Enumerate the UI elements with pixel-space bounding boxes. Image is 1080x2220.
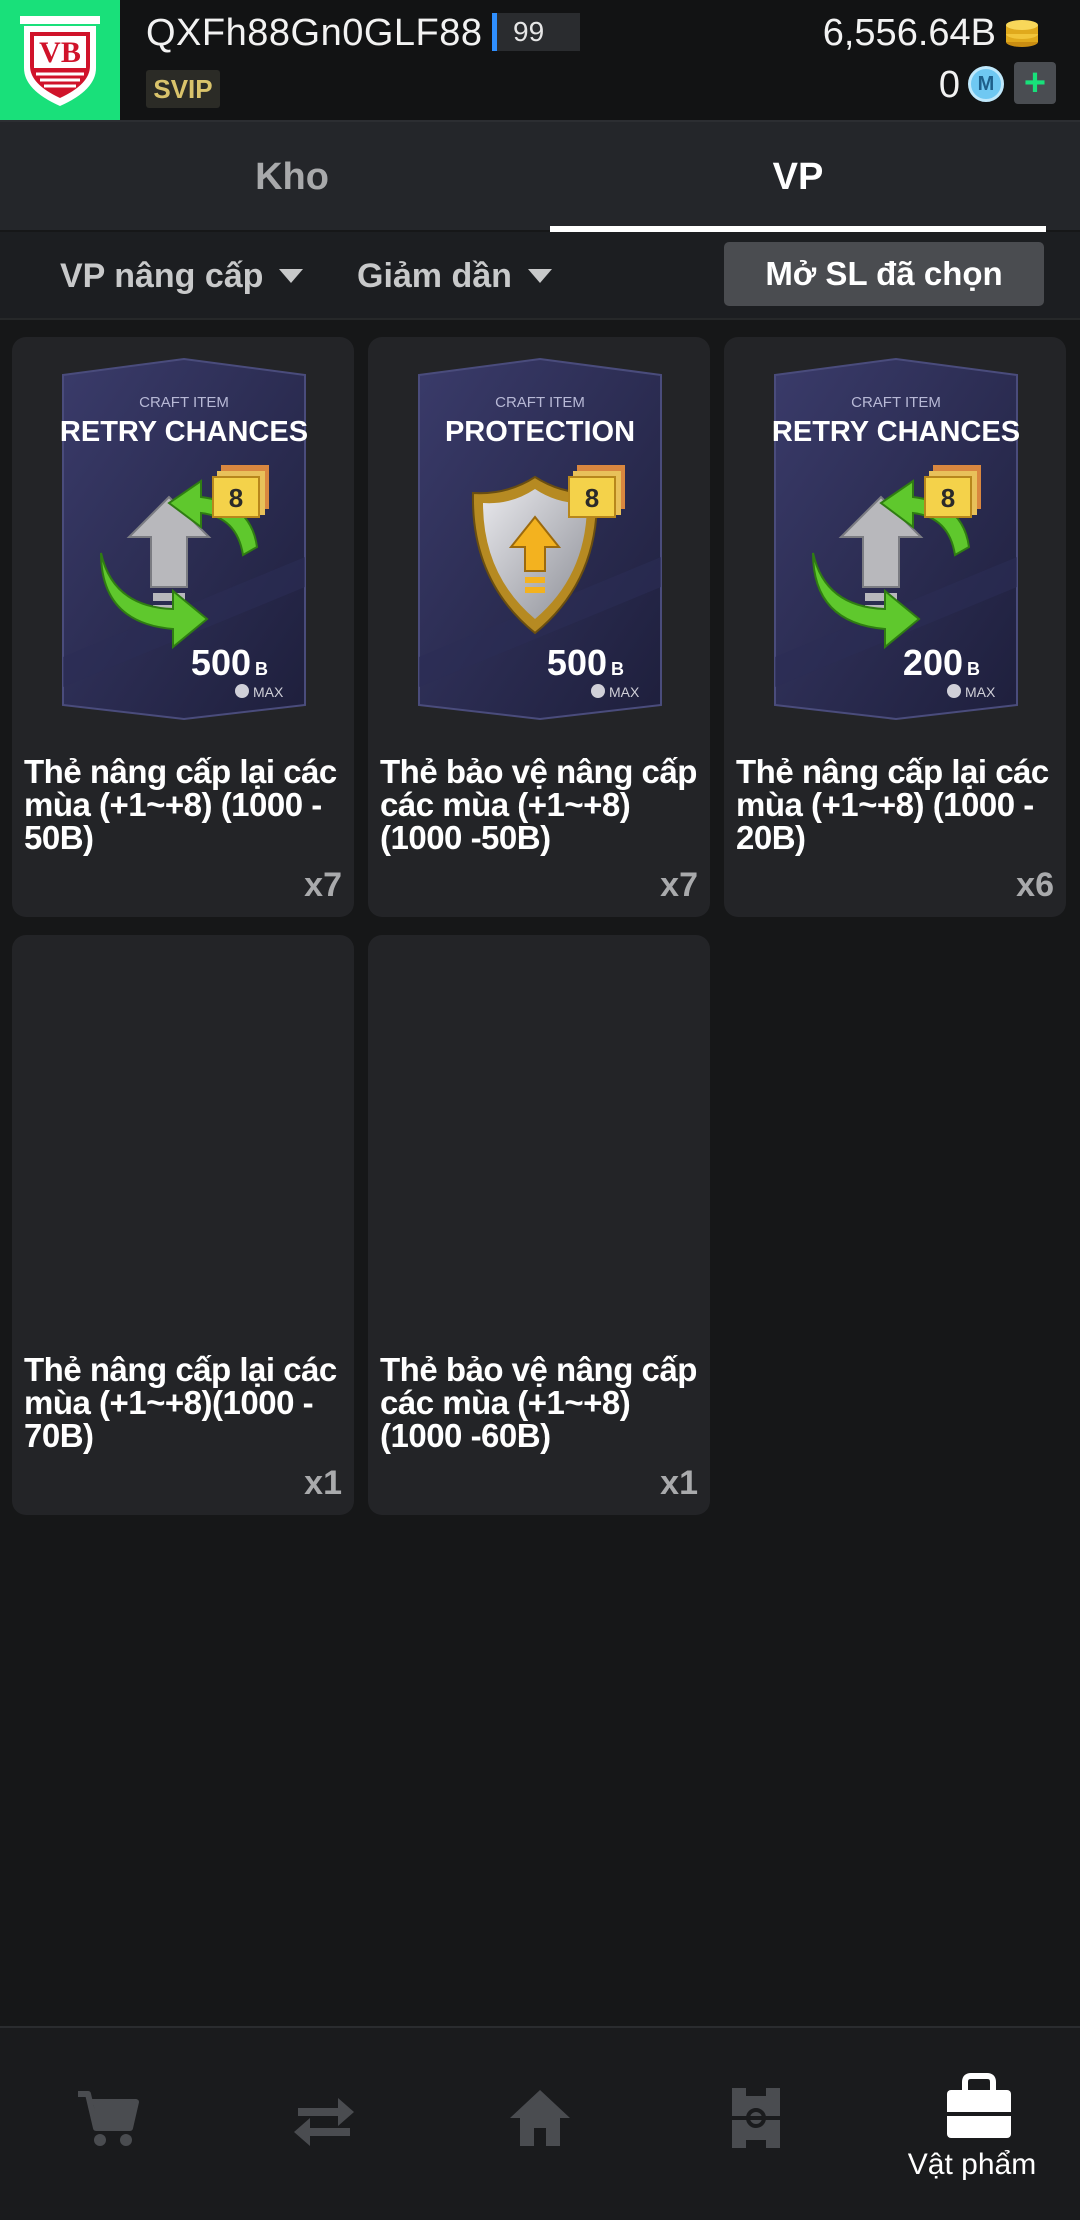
svg-text:8: 8 xyxy=(941,483,955,513)
item-type-dropdown[interactable]: VP nâng cấp xyxy=(60,232,304,320)
mcoin-icon: M xyxy=(968,66,1004,102)
item-name: Thẻ bảo vệ nâng cấp các mùa (+1~+8) (100… xyxy=(380,753,697,856)
nav-home[interactable] xyxy=(432,2028,648,2220)
nav-shop[interactable] xyxy=(0,2028,216,2220)
svg-text:B: B xyxy=(611,659,624,679)
filter-bar: VP nâng cấp Giảm dần Mở SL đã chọn xyxy=(0,232,1080,320)
bottom-nav: Vật phẩm xyxy=(0,2026,1080,2220)
svg-text:CRAFT ITEM: CRAFT ITEM xyxy=(495,394,585,411)
cart-icon xyxy=(78,2091,139,2146)
coins-icon xyxy=(1006,20,1038,47)
coin-balance: 6,556.64B xyxy=(822,12,996,54)
svg-text:MAX: MAX xyxy=(253,684,284,700)
item-name: Thẻ nâng cấp lại các mùa (+1~+8)(1000 - … xyxy=(24,1351,337,1454)
svg-text:MAX: MAX xyxy=(965,684,996,700)
svip-badge: SVIP xyxy=(146,70,220,108)
item-card[interactable]: CRAFT ITEM RETRY CHANCES 8 500 B MAX Thẻ… xyxy=(12,337,354,917)
sort-order-dropdown[interactable]: Giảm dần xyxy=(357,232,552,320)
caret-down-icon xyxy=(279,269,304,283)
club-logo[interactable]: VB xyxy=(0,0,120,120)
formation-icon xyxy=(732,2088,780,2148)
svg-text:B: B xyxy=(967,659,980,679)
tab-vp[interactable]: VP xyxy=(550,122,1046,232)
svg-text:RETRY CHANCES: RETRY CHANCES xyxy=(61,416,307,448)
nav-inventory-label: Vật phẩm xyxy=(907,2148,1037,2181)
add-mcoin-button[interactable]: + xyxy=(1014,62,1056,104)
caret-down-icon xyxy=(527,269,552,283)
svg-text:B: B xyxy=(255,659,268,679)
svg-text:500: 500 xyxy=(547,642,607,683)
svg-text:CRAFT ITEM: CRAFT ITEM xyxy=(851,394,941,411)
item-type-label: VP nâng cấp xyxy=(60,256,264,295)
svg-text:PROTECTION: PROTECTION xyxy=(445,416,635,448)
item-card[interactable]: CRAFT ITEM RETRY CHANCES 8 200 B MAX Thẻ… xyxy=(724,337,1066,917)
protection-card-art: CRAFT ITEM PROTECTION 8 500 B MAX xyxy=(418,357,662,721)
mcoin-balance: 0 xyxy=(938,64,960,106)
item-quantity: x1 xyxy=(660,1464,698,1502)
item-name: Thẻ nâng cấp lại các mùa (+1~+8) (1000 -… xyxy=(736,753,1049,856)
item-quantity: x7 xyxy=(660,866,698,904)
svg-text:200: 200 xyxy=(903,642,963,683)
club-crest-icon: VB xyxy=(20,16,100,106)
bag-icon xyxy=(947,2073,1011,2138)
nav-formation[interactable] xyxy=(648,2028,864,2220)
item-card[interactable]: Thẻ nâng cấp lại các mùa (+1~+8)(1000 - … xyxy=(12,935,354,1515)
level-stack-icon: 8 xyxy=(568,465,625,518)
nav-transfer[interactable] xyxy=(216,2028,432,2220)
tab-kho[interactable]: Kho xyxy=(22,122,562,232)
svg-text:500: 500 xyxy=(191,642,251,683)
item-quantity: x7 xyxy=(304,866,342,904)
item-name: Thẻ nâng cấp lại các mùa (+1~+8) (1000 -… xyxy=(24,753,337,856)
tab-bar: Kho VP xyxy=(0,120,1080,232)
top-header: VB QXFh88Gn0GLF88 99 SVIP 6,556.64B 0 M … xyxy=(0,0,1080,120)
open-selected-button[interactable]: Mở SL đã chọn xyxy=(724,242,1044,306)
transfer-icon xyxy=(294,2098,354,2146)
item-card[interactable]: CRAFT ITEM PROTECTION 8 500 B MAX Thẻ bả… xyxy=(368,337,710,917)
level-badge: 99 xyxy=(492,13,580,51)
level-stack-icon: 8 xyxy=(212,465,269,518)
svg-text:8: 8 xyxy=(585,483,599,513)
item-quantity: x1 xyxy=(304,1464,342,1502)
nav-inventory[interactable]: Vật phẩm xyxy=(864,2028,1080,2220)
svg-text:MAX: MAX xyxy=(609,684,640,700)
item-quantity: x6 xyxy=(1016,866,1054,904)
app-root: VB QXFh88Gn0GLF88 99 SVIP 6,556.64B 0 M … xyxy=(0,0,1080,2220)
sort-order-label: Giảm dần xyxy=(357,256,512,295)
svg-text:VB: VB xyxy=(39,36,81,69)
level-stack-icon: 8 xyxy=(924,465,981,518)
retry-chances-card-art: CRAFT ITEM RETRY CHANCES 8 500 B MAX xyxy=(61,357,307,721)
svg-text:RETRY CHANCES: RETRY CHANCES xyxy=(773,416,1019,448)
home-icon xyxy=(510,2090,570,2146)
svg-text:8: 8 xyxy=(229,483,243,513)
username: QXFh88Gn0GLF88 xyxy=(146,12,483,54)
svg-text:CRAFT ITEM: CRAFT ITEM xyxy=(139,394,229,411)
item-card[interactable]: Thẻ bảo vệ nâng cấp các mùa (+1~+8)(1000… xyxy=(368,935,710,1515)
retry-chances-card-art: CRAFT ITEM RETRY CHANCES 8 200 B MAX xyxy=(773,357,1019,721)
item-name: Thẻ bảo vệ nâng cấp các mùa (+1~+8)(1000… xyxy=(380,1351,697,1454)
